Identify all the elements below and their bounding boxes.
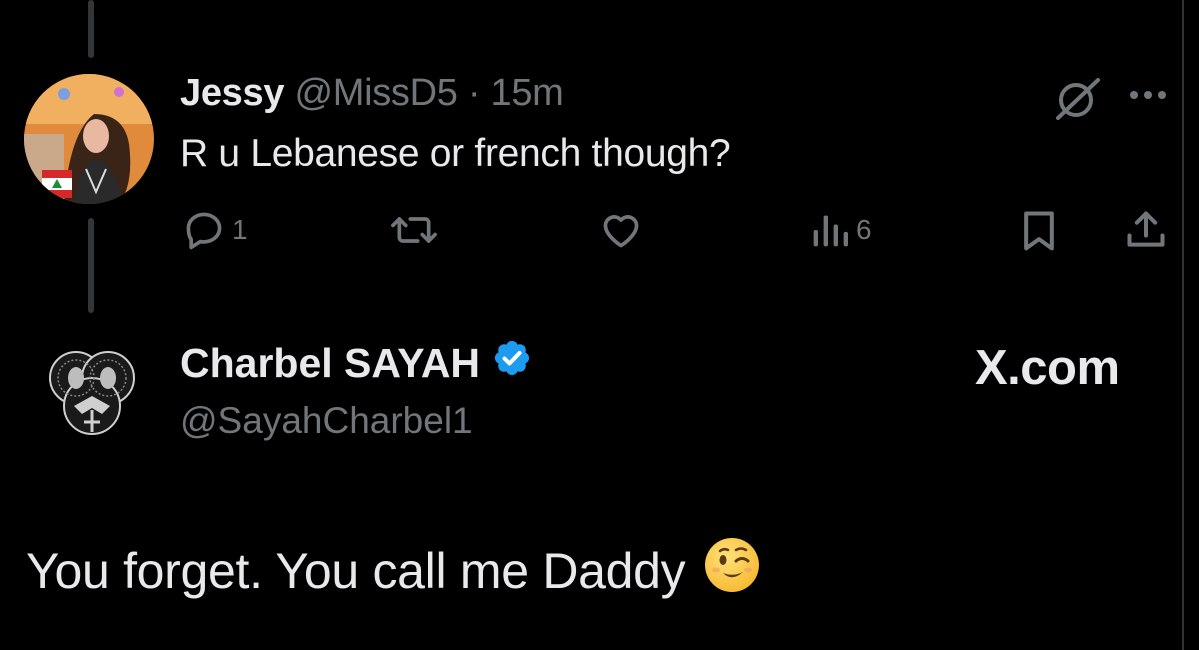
separator-dot: · bbox=[467, 72, 481, 114]
verified-badge-icon bbox=[492, 338, 532, 388]
reply-icon bbox=[186, 212, 222, 250]
user-handle[interactable]: @MissD5 bbox=[294, 72, 457, 114]
display-name[interactable]: Charbel SAYAH bbox=[180, 340, 480, 387]
parent-tweet-text: R u Lebanese or french though? bbox=[180, 132, 731, 175]
heart-icon bbox=[603, 215, 639, 248]
views-button[interactable]: 6 bbox=[810, 208, 872, 252]
reply-button[interactable]: 1 bbox=[182, 208, 248, 252]
retweet-button[interactable] bbox=[390, 208, 438, 252]
reply-text: You forget. You call me Daddy bbox=[26, 543, 686, 599]
views-count: 6 bbox=[856, 214, 872, 245]
avatar-jessy[interactable] bbox=[24, 74, 154, 204]
display-name[interactable]: Jessy bbox=[180, 72, 284, 114]
winking-face-icon bbox=[703, 536, 761, 606]
grok-icon[interactable] bbox=[1052, 76, 1104, 127]
reply-count: 1 bbox=[232, 214, 248, 245]
reply-handle[interactable]: @SayahCharbel1 bbox=[180, 400, 473, 442]
column-border bbox=[1182, 0, 1184, 650]
retweet-icon bbox=[391, 217, 437, 243]
reply-tweet-text: You forget. You call me Daddy bbox=[26, 536, 761, 606]
share-icon bbox=[1127, 211, 1165, 247]
thread-line-top bbox=[88, 0, 94, 58]
bookmark-icon bbox=[1024, 211, 1054, 251]
views-icon bbox=[813, 215, 848, 247]
avatar-charbel[interactable] bbox=[44, 348, 140, 445]
reply-author[interactable]: Charbel SAYAH bbox=[180, 338, 532, 388]
tweet-time[interactable]: 15m bbox=[490, 72, 563, 114]
bookmark-button[interactable] bbox=[1018, 208, 1060, 252]
share-button[interactable] bbox=[1124, 208, 1168, 252]
like-button[interactable] bbox=[598, 208, 644, 252]
parent-tweet-header: Jessy @MissD5 · 15m bbox=[180, 72, 564, 115]
more-options-icon[interactable] bbox=[1128, 88, 1168, 106]
thread-line-bottom bbox=[88, 218, 94, 313]
x-com-watermark: X.com bbox=[975, 341, 1120, 395]
